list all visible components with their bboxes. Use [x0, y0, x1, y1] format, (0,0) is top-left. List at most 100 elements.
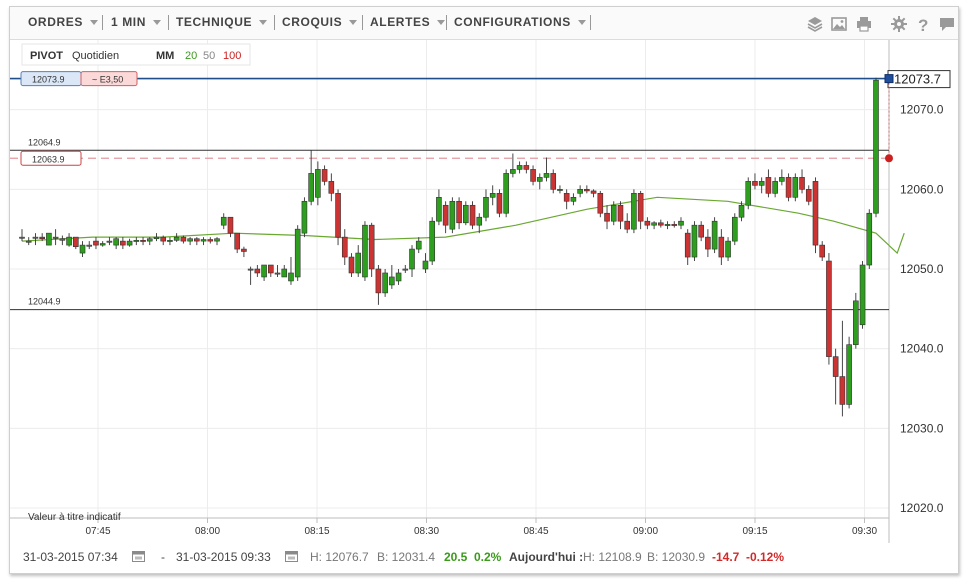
- candle-body: [409, 248, 415, 270]
- candle-body: [93, 240, 99, 246]
- candle-body: [402, 268, 409, 271]
- alert-marker: [885, 154, 893, 163]
- today-change: -14.7: [712, 550, 740, 564]
- candle-body: [792, 177, 799, 198]
- chevron-down-icon: [259, 20, 268, 26]
- candle-body: [496, 193, 503, 214]
- candle-body: [187, 238, 193, 242]
- candle-body: [718, 236, 725, 258]
- candle-body: [429, 220, 435, 262]
- candle-body: [463, 204, 469, 224]
- candle-body: [288, 272, 294, 282]
- menu-interval[interactable]: 1 MIN: [111, 15, 162, 29]
- comment-icon[interactable]: [938, 15, 956, 33]
- alert-price-label: 12063.9: [32, 154, 65, 164]
- candle-body: [120, 240, 126, 246]
- help-icon[interactable]: ?: [914, 15, 932, 33]
- candle-body: [59, 238, 66, 241]
- candle-body: [731, 216, 738, 242]
- candle-body: [557, 189, 563, 191]
- candle-body: [745, 181, 752, 206]
- candle-body: [106, 240, 113, 243]
- candle-body: [785, 177, 792, 198]
- period-low: B: 12031.4: [377, 550, 436, 564]
- candle-body: [368, 224, 375, 270]
- menu-alertes[interactable]: ALERTES: [370, 15, 446, 29]
- candle-body: [254, 268, 261, 274]
- menu-croquis[interactable]: CROQUIS: [282, 15, 358, 29]
- candle-body: [819, 244, 826, 258]
- candle-body: [46, 232, 52, 246]
- candle-body: [644, 220, 651, 226]
- candle-body: [456, 200, 462, 224]
- candle-body: [711, 220, 718, 250]
- layers-icon[interactable]: [806, 15, 824, 33]
- price-tick-label: 12050.0: [900, 262, 944, 276]
- candle-body: [597, 193, 604, 214]
- candle-body: [530, 169, 536, 182]
- candle-body: [624, 220, 630, 230]
- current-price-label: 12073.7: [894, 72, 941, 87]
- candle-body: [765, 177, 772, 194]
- time-tick-label: 08:00: [195, 526, 220, 537]
- candle-body: [826, 260, 832, 357]
- candle-body: [207, 239, 214, 242]
- candle-body: [268, 264, 274, 274]
- candle-body: [738, 204, 745, 218]
- candle-body: [523, 165, 530, 170]
- candle-body: [590, 190, 597, 194]
- candle-body: [160, 236, 167, 242]
- time-tick-label: 09:15: [742, 526, 767, 537]
- candle-body: [422, 260, 429, 270]
- time-tick-label: 08:15: [304, 526, 329, 537]
- time-tick-label: 08:45: [523, 526, 548, 537]
- candle-body: [570, 197, 577, 202]
- candle-body: [214, 238, 220, 242]
- candle-body: [200, 239, 207, 242]
- gear-icon[interactable]: [890, 15, 908, 33]
- toolbar-divider: [446, 15, 447, 30]
- candle-body: [52, 236, 59, 239]
- candle-body: [113, 238, 119, 246]
- candle-body: [315, 169, 321, 198]
- candle-body: [180, 236, 187, 242]
- candle-body: [698, 224, 704, 238]
- price-chart[interactable]: PIVOT Quotidien MM 20 50 100 12064.9 1204…: [10, 40, 958, 543]
- menu-technique[interactable]: TECHNIQUE: [176, 15, 268, 29]
- candle-body: [247, 268, 254, 271]
- candle-body: [779, 177, 785, 182]
- time-tick-label: 08:30: [414, 526, 439, 537]
- from-date: 31-03-2015 07:34: [23, 550, 118, 564]
- chart-legend: PIVOT Quotidien MM 20 50 100: [21, 43, 251, 66]
- calendar-icon[interactable]: [132, 550, 145, 562]
- chevron-down-icon: [153, 20, 162, 26]
- pivot-high-label: 12064.9: [28, 137, 61, 147]
- candle-body: [758, 181, 765, 186]
- calendar-icon[interactable]: [285, 550, 298, 562]
- candle-body: [610, 204, 617, 222]
- toolbar-divider: [274, 15, 275, 30]
- candle-body: [241, 248, 247, 252]
- print-icon[interactable]: [855, 15, 873, 33]
- candle-body: [274, 272, 281, 275]
- candle-body: [19, 236, 25, 239]
- chevron-down-icon: [349, 20, 358, 26]
- menu-configurations[interactable]: CONFIGURATIONS: [454, 15, 586, 29]
- today-change-pct: -0.12%: [746, 550, 785, 564]
- menu-ordres[interactable]: ORDRES: [28, 15, 98, 29]
- pivot-label: PIVOT: [30, 50, 63, 62]
- candle-body: [577, 189, 583, 194]
- candle-body: [476, 216, 483, 226]
- candle-body: [832, 356, 839, 377]
- candle-body: [516, 165, 523, 170]
- chevron-down-icon: [577, 20, 586, 26]
- candle-body: [853, 300, 859, 345]
- image-icon[interactable]: [830, 15, 848, 33]
- candle-body: [846, 344, 852, 405]
- candle-body: [348, 256, 355, 274]
- candle-body: [261, 264, 267, 278]
- candle-body: [79, 244, 86, 254]
- candle-body: [684, 232, 691, 258]
- disclaimer-text: Valeur à titre indicatif: [28, 512, 121, 523]
- chart-toolbar: ORDRES 1 MIN TECHNIQUE CROQUIS ALERTES C…: [10, 7, 958, 40]
